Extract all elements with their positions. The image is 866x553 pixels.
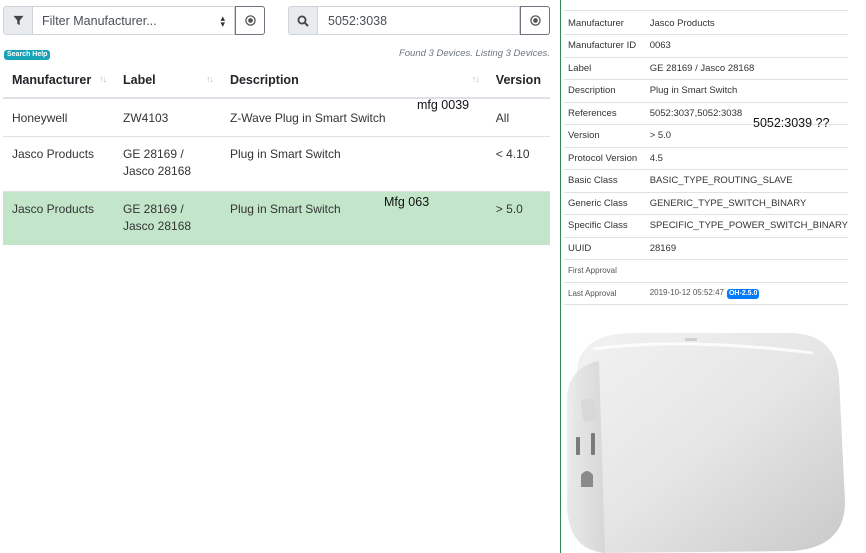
device-image [567,333,845,553]
detail-row: Manufacturer Jasco Products [564,12,848,35]
detail-value: SPECIFIC_TYPE_POWER_SWITCH_BINARY [645,214,848,238]
detail-value: BASIC_TYPE_ROUTING_SLAVE [645,169,848,193]
detail-key: Specific Class [564,214,646,238]
detail-row: Manufacturer ID 0063 [564,34,848,58]
detail-row: Last Approval 2019-10-12 05:52:47 OH-2.5.0 [564,282,848,305]
sort-icon: ↑↓ [471,74,480,84]
column-header-description[interactable]: Description ↑↓ [220,63,487,99]
detail-row: UUID 28169 [564,237,848,260]
detail-value: 4.5 [645,147,848,170]
clear-search-button[interactable] [520,6,550,35]
details-table: Manufacturer Jasco Products Manufacturer … [564,12,848,305]
detail-key: Version [564,124,646,148]
detail-key: Last Approval [564,282,646,305]
cell-version: > 5.0 [486,190,550,245]
detail-key: Label [564,57,646,80]
detail-key: Generic Class [564,192,646,215]
search-help-badge[interactable]: Search Help [4,50,51,60]
detail-value: 0063 [645,34,848,58]
detail-value: Plug in Smart Switch [645,79,848,103]
table-row-selected[interactable]: Jasco Products GE 28169 / Jasco 28168 Pl… [3,190,550,245]
detail-row: First Approval [564,259,848,283]
cell-version: All [486,97,550,136]
annotation-note: 5052:3039 ?? [753,116,830,130]
devices-table: Manufacturer ↑↓ Label ↑↓ Description ↑↓ Ver… [3,63,550,245]
column-header-version[interactable]: Version [486,63,550,99]
detail-key: References [564,102,646,125]
search-input[interactable]: 5052:3038 [318,6,520,35]
device-list-panel: Filter Manufacturer... ▴ ▾ 5052:3038 Sear… [0,0,558,553]
column-header-label[interactable]: Label ↑↓ [113,63,221,99]
detail-row: Protocol Version 4.5 [564,147,848,170]
version-badge: OH-2.5.0 [726,288,760,299]
detail-key: Basic Class [564,169,646,193]
annotation-note: Mfg 063 [384,195,430,209]
detail-key: UUID [564,237,646,260]
detail-value: 2019-10-12 05:52:47 OH-2.5.0 [645,282,848,305]
clear-filter-button[interactable] [235,6,265,35]
table-row[interactable]: Jasco Products GE 28169 / Jasco 28168 Pl… [3,135,550,191]
detail-row: Specific Class SPECIFIC_TYPE_POWER_SWITCH… [564,214,848,238]
detail-value: GE 28169 / Jasco 28168 [645,57,848,80]
sort-icon: ↑↓ [205,74,214,84]
cell-description: Plug in Smart Switch [220,135,487,191]
detail-key: Manufacturer [564,12,646,35]
divider [564,10,848,11]
detail-value: 28169 [645,237,848,260]
detail-row: Basic Class BASIC_TYPE_ROUTING_SLAVE [564,169,848,193]
search-icon [288,6,318,35]
detail-row: Generic Class GENERIC_TYPE_SWITCH_BINARY [564,192,848,215]
panel-divider [560,0,561,553]
detail-key: Manufacturer ID [564,34,646,58]
cell-manufacturer: Honeywell [3,97,114,136]
chevron-updown-icon: ▴ ▾ [220,13,225,29]
clear-icon [529,15,541,26]
clear-icon [244,15,256,26]
filter-icon [3,6,33,35]
cell-description: Plug in Smart Switch [220,190,487,245]
sort-icon: ↑↓ [98,74,107,84]
column-header-manufacturer[interactable]: Manufacturer ↑↓ [3,63,114,99]
detail-key: Protocol Version [564,147,646,170]
cell-manufacturer: Jasco Products [3,135,114,191]
cell-version: < 4.10 [486,135,550,191]
detail-row: Label GE 28169 / Jasco 28168 [564,57,848,80]
cell-label: ZW4103 [113,97,221,136]
detail-key: Description [564,79,646,103]
cell-manufacturer: Jasco Products [3,190,114,245]
detail-row: Description Plug in Smart Switch [564,79,848,103]
table-header-row: Manufacturer ↑↓ Label ↑↓ Description ↑↓ Ver… [3,63,550,99]
detail-key: First Approval [564,259,646,283]
results-count: Found 3 Devices. Listing 3 Devices. [398,48,550,59]
detail-value: Jasco Products [645,12,848,35]
detail-value [645,259,848,283]
cell-label: GE 28169 / Jasco 28168 [113,135,221,191]
detail-value: GENERIC_TYPE_SWITCH_BINARY [645,192,848,215]
annotation-note: mfg 0039 [417,98,470,112]
search-group: 5052:3038 [288,6,550,35]
cell-label: GE 28169 / Jasco 28168 [113,190,221,245]
manufacturer-filter-placeholder: Filter Manufacturer... [42,13,157,28]
manufacturer-filter-group: Filter Manufacturer... ▴ ▾ [3,6,265,35]
manufacturer-filter-select[interactable]: Filter Manufacturer... ▴ ▾ [33,6,235,35]
